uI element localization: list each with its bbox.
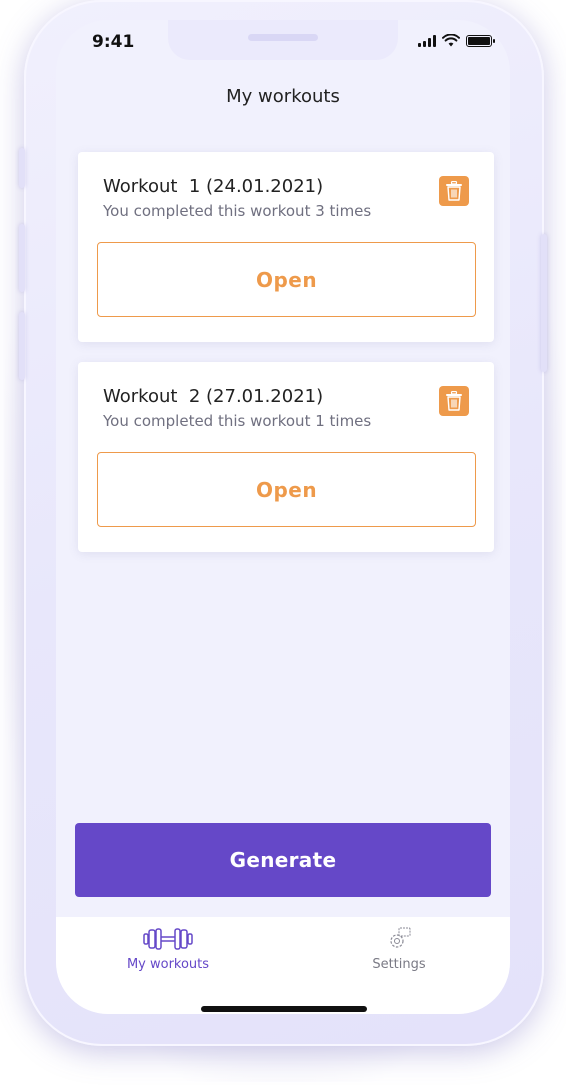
dumbbell-icon — [143, 928, 193, 950]
speaker — [248, 34, 318, 41]
tab-label: My workouts — [126, 957, 210, 972]
open-workout-button[interactable]: Open — [97, 452, 476, 527]
status-time: 9:41 — [92, 32, 135, 52]
workout-card: Workout 1 (24.01.2021) You completed thi… — [78, 152, 494, 342]
generate-button[interactable]: Generate — [75, 823, 491, 897]
tab-label: Settings — [372, 957, 426, 972]
workout-title: Workout 1 (24.01.2021) — [103, 176, 324, 197]
open-workout-button[interactable]: Open — [97, 242, 476, 317]
trash-icon — [446, 181, 462, 201]
workout-completion-count: You completed this workout 3 times — [103, 202, 372, 220]
wifi-icon — [442, 34, 460, 47]
workout-completion-count: You completed this workout 1 times — [103, 412, 372, 430]
power-button — [541, 234, 547, 372]
page-title: My workouts — [226, 86, 340, 107]
app-screen: 9:41 My workouts Workout 1 (24.01.2021) … — [56, 20, 510, 1014]
delete-workout-button[interactable] — [439, 176, 469, 206]
delete-workout-button[interactable] — [439, 386, 469, 416]
trash-icon — [446, 391, 462, 411]
gear-icon — [390, 927, 411, 948]
status-icons — [418, 34, 495, 47]
volume-up-button — [19, 224, 25, 292]
volume-down-button — [19, 312, 25, 380]
mute-switch — [19, 148, 25, 188]
tab-my-workouts[interactable]: My workouts — [88, 927, 248, 972]
tab-settings[interactable]: Settings — [319, 927, 479, 972]
cellular-signal-icon — [418, 34, 436, 47]
tab-bar: My workouts Settings — [56, 917, 510, 1014]
home-indicator — [201, 1006, 367, 1012]
battery-icon — [466, 34, 495, 47]
workout-title: Workout 2 (27.01.2021) — [103, 386, 324, 407]
workout-card: Workout 2 (27.01.2021) You completed thi… — [78, 362, 494, 552]
